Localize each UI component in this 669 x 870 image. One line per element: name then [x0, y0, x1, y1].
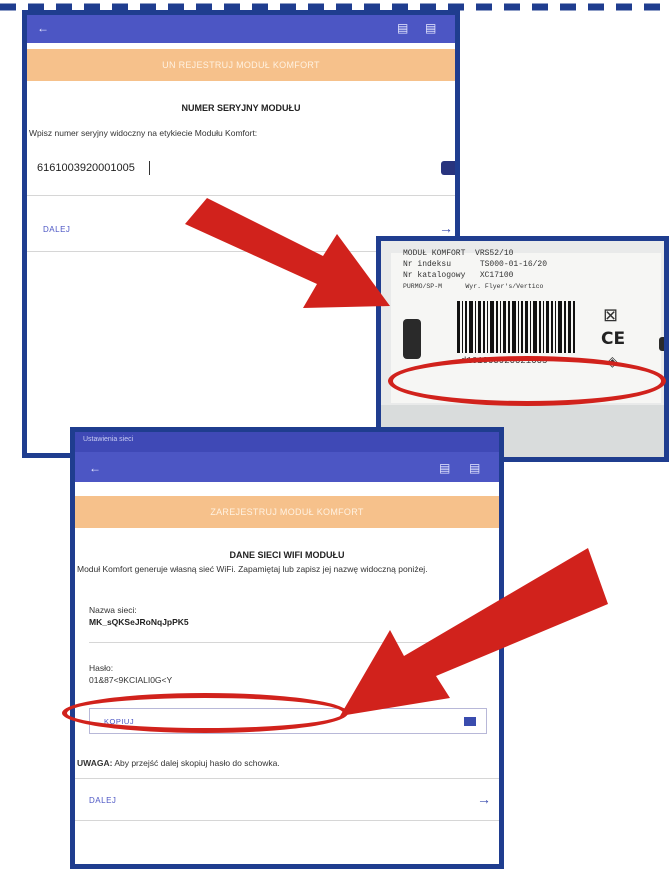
copy-warning: UWAGA: Aby przejść dalej skopiuj hasło d… — [77, 757, 280, 769]
password-value: 01&87<9KCIALI0G<Y — [89, 675, 173, 685]
back-arrow-icon[interactable]: ← — [37, 22, 49, 34]
page-title: NUMER SERYJNY MODUŁU — [181, 103, 301, 113]
warning-text: Aby przejść dalej skopiuj hasło do schow… — [112, 758, 280, 768]
text-cursor — [149, 161, 150, 175]
next-button[interactable]: DALEJ — [43, 225, 70, 234]
next-arrow-icon[interactable]: → — [477, 791, 491, 807]
status-text: Ustawienia sieci — [83, 436, 134, 443]
grid-icon[interactable]: ▤ — [397, 22, 408, 34]
ce-mark: CE — [601, 329, 626, 349]
network-name-value: MK_sQKSeJRoNqJpPK5 — [89, 617, 189, 627]
serial-highlight-ellipse — [388, 356, 666, 406]
list-icon[interactable]: ▤ — [425, 22, 436, 34]
divider — [75, 820, 499, 821]
barcode-image — [457, 301, 575, 353]
red-arrow-to-copy — [340, 548, 608, 716]
label-line-index: Nr indeksu TS000-01-16/20 — [403, 260, 548, 269]
back-arrow-icon[interactable]: ← — [89, 462, 101, 474]
label-line-model: MODUŁ KOMFORT VRS52/10 — [403, 249, 514, 258]
app-bar: ← ▤ ▤ — [27, 15, 455, 43]
scan-button[interactable] — [441, 161, 455, 175]
registration-banner: UN REJESTRUJ MODUŁ KOMFORT — [27, 49, 455, 81]
device-clip-right — [659, 337, 664, 351]
divider — [75, 778, 499, 779]
serial-instruction: Wpisz numer seryjny widoczny na etykieci… — [29, 128, 258, 138]
device-clip — [403, 319, 421, 359]
warning-label: UWAGA: — [77, 758, 113, 768]
status-bar: Ustawienia sieci — [75, 432, 499, 452]
network-name-label: Nazwa sieci: — [89, 605, 137, 615]
red-arrow-to-label — [185, 198, 390, 308]
registration-banner: ZAREJESTRUJ MODUŁ KOMFORT — [75, 496, 499, 528]
serial-number-input[interactable]: 6161003920001005 — [37, 162, 135, 174]
next-arrow-icon[interactable]: → — [439, 220, 453, 236]
weee-bin-icon: ⊠ — [603, 305, 619, 325]
divider — [27, 195, 455, 196]
list-icon[interactable]: ▤ — [469, 462, 480, 474]
label-line-maker: PURMO/SP-M Wyr. Flyer's/Vertico — [403, 283, 544, 290]
grid-icon[interactable]: ▤ — [439, 462, 450, 474]
password-label: Hasło: — [89, 663, 114, 673]
label-line-catalog: Nr katalogowy XC17100 — [403, 271, 514, 280]
copy-highlight-ellipse — [62, 693, 348, 733]
next-button[interactable]: DALEJ — [89, 796, 116, 805]
app-bar: ← ▤ ▤ — [75, 452, 499, 482]
